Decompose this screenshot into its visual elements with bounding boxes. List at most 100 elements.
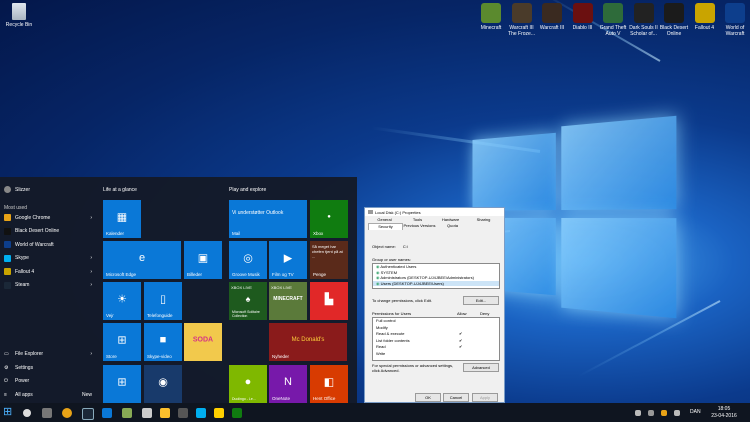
steam-icon[interactable] — [82, 408, 94, 420]
tile-mail[interactable]: Vi understøtter Outlook Mail — [229, 200, 307, 238]
tray-icon[interactable] — [635, 410, 641, 416]
tile-flipboard[interactable]: ▙ — [310, 282, 348, 320]
app-icon — [603, 3, 623, 23]
tile-candy-crush[interactable]: SODA — [184, 323, 222, 361]
search-icon[interactable] — [23, 409, 31, 417]
apply-button[interactable]: Apply — [472, 393, 498, 402]
tile-penge[interactable]: Så meget har chefen tjent på at ... Peng… — [310, 241, 348, 279]
candy-crush-icon: SODA — [192, 336, 214, 344]
app-icon — [4, 254, 11, 262]
tile-skype-video[interactable]: ■ Skype-video — [144, 323, 182, 361]
start-bottom-item[interactable]: ≡ All apps New — [4, 392, 92, 398]
app-icon — [4, 268, 11, 275]
start-button[interactable]: ⊞ — [3, 407, 14, 418]
special-permissions-text: For special permissions or advanced sett… — [372, 363, 454, 373]
most-used-app[interactable]: Fallout 4 › — [4, 268, 92, 275]
chevron-right-icon[interactable]: › — [90, 269, 92, 275]
tile-xbox[interactable]: ● Xbox — [310, 200, 348, 238]
most-used-app[interactable]: Steam › — [4, 281, 92, 289]
chevron-right-icon[interactable]: › — [90, 282, 92, 288]
tab-previous-versions[interactable]: Previous Versions — [403, 223, 436, 229]
edit-button[interactable]: Edit... — [463, 296, 499, 305]
network-icon[interactable] — [178, 408, 188, 418]
recycle-bin[interactable]: Recycle Bin — [2, 3, 36, 28]
tile-app[interactable]: ◉ — [144, 365, 182, 403]
start-bottom-item[interactable]: ▭ File Explorer › — [4, 351, 92, 357]
desktop-icon[interactable]: Black Desert Online — [657, 3, 691, 37]
user-list-item[interactable]: ◉ Users (DESKTOP-UJ4JBEE\Users) — [373, 280, 499, 287]
explorer-icon[interactable] — [142, 408, 152, 418]
most-used-app[interactable]: Black Desert Online — [4, 227, 92, 235]
tile-solitaire[interactable]: XBOX LIVE ♠ Microsoft Solitaire Collecti… — [229, 282, 267, 320]
advanced-button[interactable]: Advanced — [463, 363, 499, 372]
folder-icon[interactable] — [160, 408, 170, 418]
tile-film-og-tv[interactable]: ▶ Film og TV — [269, 241, 307, 279]
xbox-taskbar-icon[interactable] — [232, 408, 242, 418]
chrome-icon[interactable] — [62, 408, 72, 418]
tile-kalender[interactable]: ▦ Kalender — [103, 200, 141, 238]
network-tray-icon[interactable] — [648, 410, 654, 416]
cards-icon: ♠ — [245, 294, 251, 305]
desktop-icon[interactable]: Warcraft III The Froze... — [505, 3, 539, 37]
desktop-icon[interactable]: Dark Souls II Scholar of... — [627, 3, 661, 37]
tile-groove[interactable]: ◎ Groove Musik — [229, 241, 267, 279]
start-bottom-item[interactable]: ⚙ Settings — [4, 365, 92, 371]
chevron-right-icon[interactable]: › — [90, 215, 92, 221]
start-bottom-label: Settings — [15, 364, 34, 371]
chevron-right-icon[interactable]: › — [90, 255, 92, 261]
tile-onenote[interactable]: N OneNote — [269, 365, 307, 403]
menu-icon: ⏻ — [4, 378, 8, 384]
tab-sharing[interactable]: Sharing — [467, 217, 500, 223]
app-icon[interactable] — [122, 408, 132, 418]
tile-windows[interactable]: ⊞ — [103, 365, 141, 403]
new-badge: New — [81, 391, 92, 398]
tile-duolingo[interactable]: ● Duolingo - Le... — [229, 365, 267, 403]
tile-vejr[interactable]: ☀ Vejr — [103, 282, 141, 320]
most-used-app[interactable]: World of Warcraft — [4, 241, 92, 248]
desktop-icon-label: Diablo III — [572, 25, 593, 31]
sticky-icon[interactable] — [214, 408, 224, 418]
tile-skype-label: Skype-video — [147, 354, 172, 359]
user-account[interactable]: Slizzer — [4, 186, 30, 193]
tile-telefonguide[interactable]: ▯ Telefonguide — [144, 282, 182, 320]
desktop-icon[interactable]: Fallout 4 — [688, 3, 722, 31]
start-bottom-item[interactable]: ⏻ Power — [4, 378, 92, 384]
tile-penge-label: Penge — [313, 272, 327, 277]
edge-icon[interactable] — [102, 408, 112, 418]
tile-minecraft[interactable]: XBOX LIVE MINECRAFT — [269, 282, 307, 320]
shield-icon[interactable] — [661, 410, 667, 416]
app-label: Skype — [15, 255, 29, 261]
tab-quota[interactable]: Quota — [436, 223, 469, 229]
dialog-titlebar[interactable]: Local Disk (C:) Properties — [365, 208, 504, 216]
permissions-list[interactable]: Full control Modify Read & execute ✔ List fo… — [372, 317, 500, 361]
tile-office-label: Hent Office — [313, 396, 336, 401]
tile-billeder[interactable]: ▣ Billeder — [184, 241, 222, 279]
desktop-icon[interactable]: World of Warcraft — [718, 3, 750, 37]
skype-icon[interactable] — [196, 408, 206, 418]
clock[interactable]: 18:05 23-04-2016 — [710, 406, 738, 420]
desktop-icon-label: Dark Souls II Scholar of... — [629, 25, 658, 37]
desktop-icon[interactable]: Grand Theft Auto V — [596, 3, 630, 37]
language-indicator[interactable]: DAN — [690, 409, 701, 415]
permission-name: Write — [376, 350, 386, 356]
permissions-for-label: Permissions for Users — [372, 311, 412, 316]
tile-nyheder[interactable]: Mc Donald's Nyheder — [269, 323, 347, 361]
task-view-icon[interactable] — [42, 408, 52, 418]
desktop-icon[interactable]: Minecraft — [474, 3, 508, 31]
cancel-button[interactable]: Cancel — [443, 393, 469, 402]
tab-security[interactable]: Security — [368, 223, 403, 230]
app-icon — [481, 3, 501, 23]
chevron-right-icon[interactable]: › — [90, 351, 92, 357]
most-used-app[interactable]: Google Chrome › — [4, 214, 92, 221]
desktop-icon[interactable]: Diablo III — [566, 3, 600, 31]
ok-button[interactable]: OK — [415, 393, 441, 402]
tile-store[interactable]: ⊞ Store — [103, 323, 141, 361]
tile-microsoft-edge[interactable]: e Microsoft Edge — [103, 241, 181, 279]
tile-hent-office[interactable]: ◧ Hent Office — [310, 365, 348, 403]
desktop-icon[interactable]: Warcraft III — [535, 3, 569, 31]
dialog-tabs: General Tools Hardware Sharing Security Previ… — [365, 216, 504, 230]
users-list[interactable]: ◉ Authenticated Users ◉ SYSTEM ◉ Administr… — [372, 263, 500, 289]
tile-solitaire-label: Microsoft Solitaire Collection — [232, 310, 260, 318]
volume-icon[interactable] — [674, 410, 680, 416]
most-used-app[interactable]: Skype › — [4, 254, 92, 262]
